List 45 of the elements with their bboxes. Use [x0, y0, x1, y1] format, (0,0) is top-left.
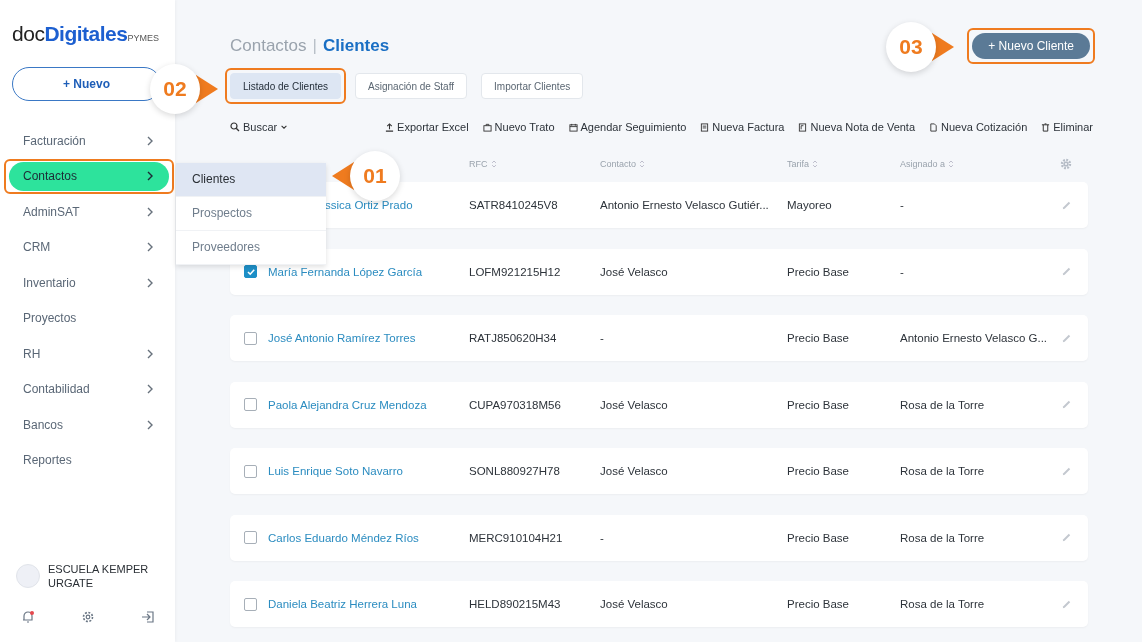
callout-tooltip: 02 [150, 64, 218, 114]
table-cell-text: José Velasco [600, 598, 669, 610]
table-cell-text: LOFM921215H12 [469, 265, 562, 278]
table-cell-text: SATR8410245V8 [469, 199, 559, 211]
table-cell-text: Precio Base [787, 531, 850, 544]
table-cell-text: CUPA970318M56 [469, 398, 562, 411]
table-cell-text: Precio Base [787, 598, 850, 610]
table-cell-text: Rosa de la Torre [900, 465, 986, 477]
table-cell-text: Rosa de la Torre [900, 598, 986, 610]
breadcrumb-separator: | [312, 36, 317, 56]
account-name: ESCUELA KEMPER URGATE [48, 562, 150, 590]
table-cell-text: MERC910104H21 [469, 531, 564, 544]
table-cell-text: Precio Base [787, 265, 850, 278]
table-cell-text: José Velasco [600, 265, 669, 278]
callout-tooltip: 03 [886, 22, 954, 72]
nav-label: Inventario [23, 275, 76, 290]
nav-label: Contactos [23, 169, 78, 184]
table-cell-text: Rosa de la Torre [900, 398, 986, 411]
table-cell-text: HELD890215M43 [469, 598, 562, 610]
table-cell-text: RATJ850620H34 [469, 332, 558, 344]
callout-tooltip: 01 [332, 151, 400, 201]
nav-label: Facturación [23, 133, 86, 148]
nav-label: Contabilidad [23, 382, 90, 397]
nav-label: Proyectos [23, 311, 77, 326]
table-cell-text: - [600, 332, 605, 344]
table-cell-text: Precio Base [787, 465, 850, 477]
table-cell-text: - [900, 199, 905, 211]
table-cell-text: Mayoreo [787, 199, 833, 211]
table-cell-text: SONL880927H78 [469, 465, 561, 477]
table-cell-text: Antonio Ernesto Velasco G... [900, 332, 1049, 344]
logo: docDigitalesPYMES [12, 22, 159, 46]
nav-label: CRM [23, 240, 51, 255]
table-cell-text: José Velasco [600, 465, 669, 477]
table-cell-text: José Velasco [600, 398, 669, 411]
table-cell-text: - [600, 531, 605, 544]
table-cell-text: Precio Base [787, 332, 850, 344]
nav-label: Reportes [23, 453, 72, 468]
nav-label: Bancos [23, 417, 64, 432]
nav-label: RH [23, 346, 41, 361]
table-cell-text: Antonio Ernesto Velasco Gutiér... [600, 199, 770, 211]
nav-label: AdminSAT [23, 204, 80, 219]
page-title: Clientes [322, 36, 390, 56]
table-cell-text: - [900, 265, 905, 278]
table-cell-text: Rosa de la Torre [900, 531, 986, 544]
table-cell-text: Precio Base [787, 398, 850, 411]
